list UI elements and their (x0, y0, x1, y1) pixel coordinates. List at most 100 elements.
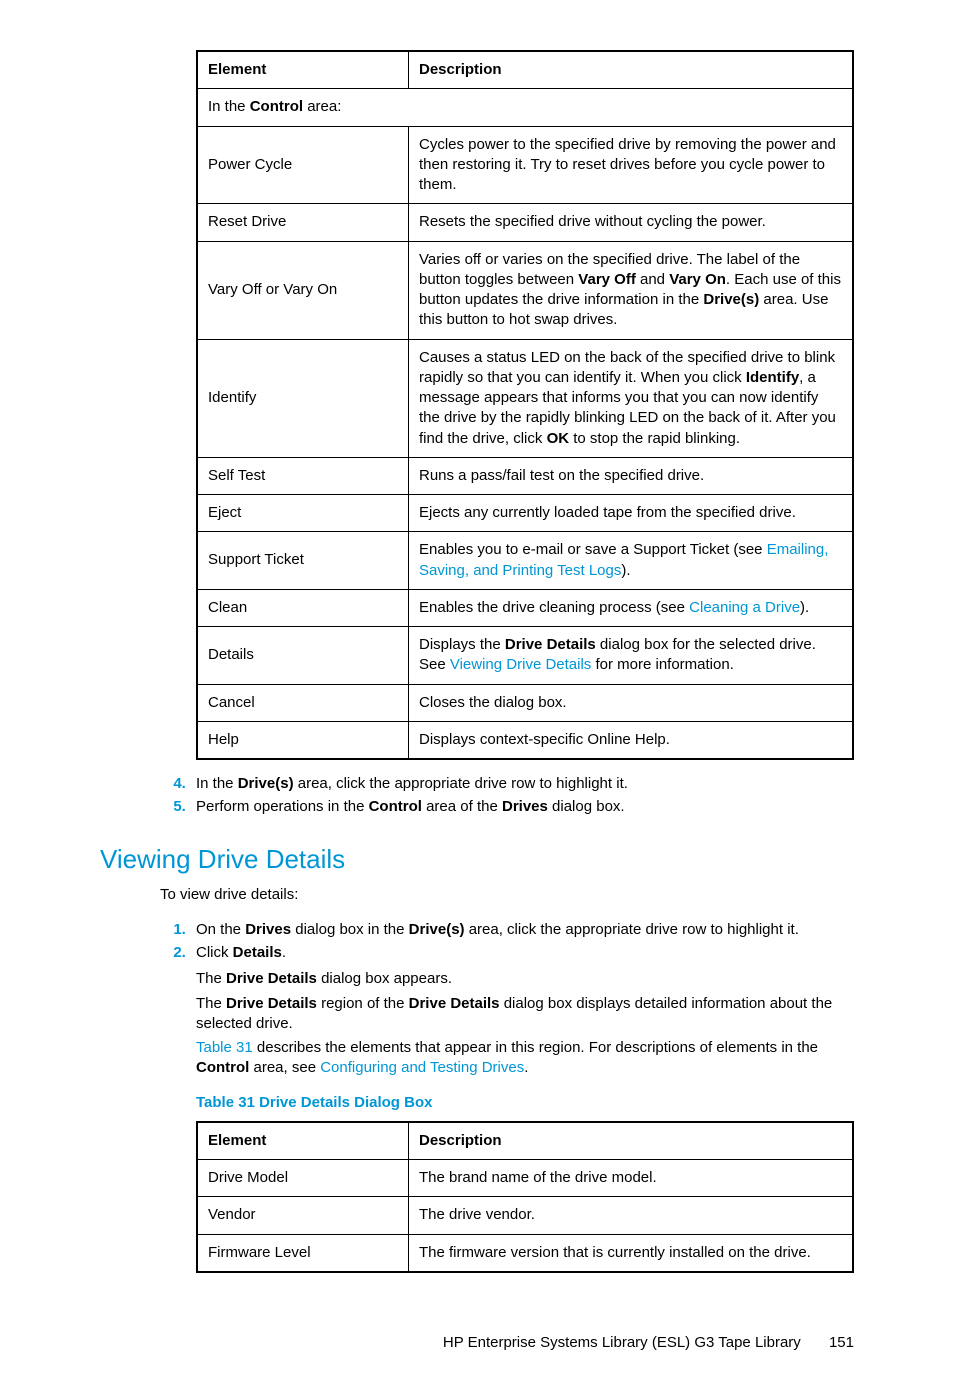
description-cell: Runs a pass/fail test on the specified d… (409, 457, 854, 494)
step-1: On the Drives dialog box in the Drive(s)… (190, 920, 854, 940)
text-bold: Drive(s) (409, 921, 465, 938)
description-cell: Resets the specified drive without cycli… (409, 204, 854, 241)
description-cell: Displays the Drive Details dialog box fo… (409, 627, 854, 685)
table-row: Vary Off or Vary On Varies off or varies… (197, 241, 853, 339)
table-header-element: Element (197, 1122, 409, 1160)
table-header-description: Description (409, 51, 854, 89)
text-fragment: describes the elements that appear in th… (253, 1039, 818, 1056)
text-fragment: dialog box appears. (317, 970, 452, 987)
text-fragment: The (196, 970, 226, 987)
text-bold: Drive Details (226, 995, 317, 1012)
text-fragment: dialog box in the (291, 921, 409, 938)
text-fragment: region of the (317, 995, 409, 1012)
table-row: Support Ticket Enables you to e-mail or … (197, 532, 853, 590)
element-cell: Firmware Level (197, 1234, 409, 1272)
description-cell: The drive vendor. (409, 1197, 854, 1234)
text-bold: Control (369, 798, 422, 815)
text-bold: Details (233, 944, 282, 961)
text-bold: Drives (502, 798, 548, 815)
text-bold: Drive(s) (238, 775, 294, 792)
table-row: Reset Drive Resets the specified drive w… (197, 204, 853, 241)
table-row: Vendor The drive vendor. (197, 1197, 853, 1234)
table-row: Identify Causes a status LED on the back… (197, 339, 853, 457)
element-cell: Help (197, 721, 409, 759)
footer-doc-title: HP Enterprise Systems Library (ESL) G3 T… (443, 1334, 801, 1351)
element-cell: Reset Drive (197, 204, 409, 241)
text-fragment: Enables the drive cleaning process (see (419, 599, 689, 616)
element-cell: Details (197, 627, 409, 685)
text-fragment: area of the (422, 798, 502, 815)
table-row: Self Test Runs a pass/fail test on the s… (197, 457, 853, 494)
description-cell: Causes a status LED on the back of the s… (409, 339, 854, 457)
table-row: Help Displays context-specific Online He… (197, 721, 853, 759)
element-cell: Eject (197, 495, 409, 532)
page-footer: HP Enterprise Systems Library (ESL) G3 T… (100, 1333, 854, 1353)
text-fragment: to stop the rapid blinking. (569, 430, 740, 447)
text-fragment: Perform operations in the (196, 798, 369, 815)
table-subheader-row: In the Control area: (197, 89, 853, 126)
steps-list-a: In the Drive(s) area, click the appropri… (100, 774, 854, 818)
link-viewing-drive-details[interactable]: Viewing Drive Details (450, 656, 591, 673)
description-cell: Cycles power to the specified drive by r… (409, 126, 854, 204)
element-cell: Cancel (197, 684, 409, 721)
paragraph: Table 31 describes the elements that app… (196, 1038, 854, 1079)
link-table-31[interactable]: Table 31 (196, 1039, 253, 1056)
text-fragment: ). (621, 562, 630, 579)
step-4: In the Drive(s) area, click the appropri… (190, 774, 854, 794)
subheader-text: In the (208, 98, 250, 115)
link-cleaning-drive[interactable]: Cleaning a Drive (689, 599, 800, 616)
text-fragment: area, click the appropriate drive row to… (465, 921, 799, 938)
description-cell: The brand name of the drive model. (409, 1160, 854, 1197)
text-bold: Drive(s) (703, 291, 759, 308)
text-bold: Drives (245, 921, 291, 938)
element-cell: Drive Model (197, 1160, 409, 1197)
steps-list-b: On the Drives dialog box in the Drive(s)… (100, 920, 854, 964)
description-cell: The firmware version that is currently i… (409, 1234, 854, 1272)
description-cell: Enables the drive cleaning process (see … (409, 589, 854, 626)
text-fragment: Click (196, 944, 233, 961)
text-fragment: and (636, 271, 669, 288)
element-cell: Identify (197, 339, 409, 457)
text-fragment: Enables you to e-mail or save a Support … (419, 541, 767, 558)
footer-page-number: 151 (829, 1334, 854, 1351)
control-area-table: Element Description In the Control area:… (196, 50, 854, 760)
text-fragment: for more information. (591, 656, 734, 673)
table-row: Details Displays the Drive Details dialo… (197, 627, 853, 685)
text-fragment: area, click the appropriate drive row to… (294, 775, 628, 792)
table-header-description: Description (409, 1122, 854, 1160)
link-configuring-testing-drives[interactable]: Configuring and Testing Drives (320, 1059, 524, 1076)
text-fragment: The (196, 995, 226, 1012)
description-cell: Closes the dialog box. (409, 684, 854, 721)
text-fragment: In the (196, 775, 238, 792)
text-bold: Vary Off (578, 271, 636, 288)
description-cell: Varies off or varies on the specified dr… (409, 241, 854, 339)
table-caption: Table 31 Drive Details Dialog Box (196, 1093, 854, 1113)
element-cell: Self Test (197, 457, 409, 494)
table-row: Cancel Closes the dialog box. (197, 684, 853, 721)
subheader-bold: Control (250, 98, 303, 115)
text-bold: Drive Details (226, 970, 317, 987)
text-bold: Drive Details (505, 636, 596, 653)
text-bold: Vary On (669, 271, 726, 288)
text-bold: Identify (746, 369, 799, 386)
subheader-post: area: (303, 98, 341, 115)
text-fragment: area, see (249, 1059, 320, 1076)
text-fragment: On the (196, 921, 245, 938)
section-intro: To view drive details: (160, 885, 854, 905)
description-cell: Ejects any currently loaded tape from th… (409, 495, 854, 532)
table-row: Eject Ejects any currently loaded tape f… (197, 495, 853, 532)
step-5: Perform operations in the Control area o… (190, 797, 854, 817)
table-row: Drive Model The brand name of the drive … (197, 1160, 853, 1197)
text-fragment: dialog box. (548, 798, 625, 815)
paragraph: The Drive Details region of the Drive De… (196, 994, 854, 1035)
element-cell: Power Cycle (197, 126, 409, 204)
table-row: Firmware Level The firmware version that… (197, 1234, 853, 1272)
element-cell: Support Ticket (197, 532, 409, 590)
text-fragment: . (524, 1059, 528, 1076)
table-row: Power Cycle Cycles power to the specifie… (197, 126, 853, 204)
text-fragment: Displays the (419, 636, 505, 653)
drive-details-table: Element Description Drive Model The bran… (196, 1121, 854, 1273)
text-bold: OK (547, 430, 570, 447)
table-row: Clean Enables the drive cleaning process… (197, 589, 853, 626)
text-fragment: ). (800, 599, 809, 616)
